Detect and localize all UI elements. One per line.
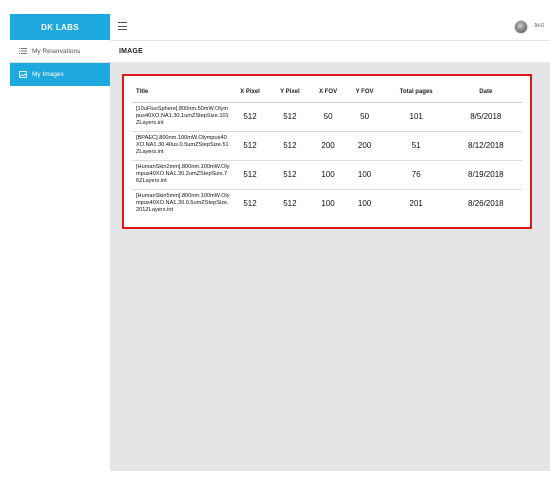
app-root: DK LABS My Reservations My Images test I… bbox=[0, 0, 550, 479]
column-header-title[interactable]: Title bbox=[132, 83, 230, 102]
images-table-card: Title X Pixel Y Pixel X FOV Y FOV Total … bbox=[122, 74, 532, 229]
cell-x-pixel: 512 bbox=[230, 159, 270, 189]
image-icon bbox=[19, 71, 29, 78]
cell-y-fov: 200 bbox=[346, 130, 383, 160]
cell-y-fov: 100 bbox=[346, 159, 383, 189]
table-row[interactable]: [BPAEC].800nm.100mW.Olympus40XO.NA1.30.4… bbox=[132, 130, 522, 160]
sidebar-item-my-images[interactable]: My Images bbox=[10, 63, 110, 86]
sidebar-item-label: My Reservations bbox=[32, 47, 81, 55]
brand-logo[interactable]: DK LABS bbox=[10, 14, 110, 40]
cell-x-fov: 50 bbox=[309, 101, 347, 131]
cell-y-pixel: 512 bbox=[270, 101, 310, 131]
cell-title[interactable]: [10uFluoSphere].800nm.50mW.Olympus40XO.N… bbox=[132, 101, 230, 131]
main-content: Title X Pixel Y Pixel X FOV Y FOV Total … bbox=[110, 62, 550, 471]
column-header-date[interactable]: Date bbox=[450, 83, 522, 102]
cell-title[interactable]: [BPAEC].800nm.100mW.Olympus40XO.NA1.30.4… bbox=[132, 130, 230, 160]
sidebar-item-label: My Images bbox=[32, 71, 64, 78]
cell-total-pages: 201 bbox=[382, 188, 450, 218]
column-header-y-pixel[interactable]: Y Pixel bbox=[270, 83, 310, 102]
hamburger-icon[interactable] bbox=[118, 22, 127, 30]
cell-total-pages: 51 bbox=[382, 130, 450, 160]
cell-x-fov: 200 bbox=[309, 130, 347, 160]
table-header-row: Title X Pixel Y Pixel X FOV Y FOV Total … bbox=[132, 83, 522, 102]
images-table: Title X Pixel Y Pixel X FOV Y FOV Total … bbox=[132, 83, 522, 218]
column-header-y-fov[interactable]: Y FOV bbox=[346, 83, 382, 102]
column-header-total-pages[interactable]: Total pages bbox=[383, 83, 450, 102]
sidebar: DK LABS My Reservations My Images bbox=[10, 14, 110, 471]
table-row[interactable]: [HumanSkin2mm].800nm.100mW.Olympus40XO.N… bbox=[132, 159, 522, 189]
cell-y-pixel: 512 bbox=[270, 188, 310, 218]
top-bar: test bbox=[110, 14, 550, 40]
cell-date: 8/5/2018 bbox=[449, 101, 522, 131]
cell-x-pixel: 512 bbox=[230, 188, 270, 218]
cell-total-pages: 101 bbox=[382, 101, 450, 131]
sidebar-item-my-reservations[interactable]: My Reservations bbox=[10, 40, 110, 63]
cell-y-pixel: 512 bbox=[270, 130, 310, 160]
cell-y-fov: 100 bbox=[346, 188, 383, 218]
cell-title[interactable]: [HumanSkin2mm].800nm.100mW.Olympus40XO.N… bbox=[132, 159, 230, 189]
username-label[interactable]: test bbox=[534, 23, 544, 29]
table-row[interactable]: [10uFluoSphere].800nm.50mW.Olympus40XO.N… bbox=[132, 101, 522, 131]
avatar[interactable] bbox=[514, 20, 528, 34]
cell-date: 8/26/2018 bbox=[449, 188, 522, 218]
cell-y-fov: 50 bbox=[346, 101, 383, 131]
table-row[interactable]: [HumanSkin5mm].800nm.100mW.Olympus40XO.N… bbox=[132, 188, 522, 218]
cell-x-pixel: 512 bbox=[230, 101, 270, 131]
cell-x-pixel: 512 bbox=[230, 130, 270, 160]
cell-x-fov: 100 bbox=[309, 159, 347, 189]
cell-title[interactable]: [HumanSkin5mm].800nm.100mW.Olympus40XO.N… bbox=[132, 188, 230, 218]
column-header-x-fov[interactable]: X FOV bbox=[310, 83, 347, 102]
cell-x-fov: 100 bbox=[309, 188, 347, 218]
column-header-x-pixel[interactable]: X Pixel bbox=[230, 83, 270, 102]
cell-y-pixel: 512 bbox=[270, 159, 310, 189]
cell-date: 8/19/2018 bbox=[449, 159, 522, 189]
cell-date: 8/12/2018 bbox=[449, 130, 522, 160]
cell-total-pages: 76 bbox=[382, 159, 450, 189]
page-title: IMAGE bbox=[119, 48, 143, 55]
page-header: IMAGE bbox=[110, 40, 550, 62]
list-icon bbox=[19, 48, 29, 54]
